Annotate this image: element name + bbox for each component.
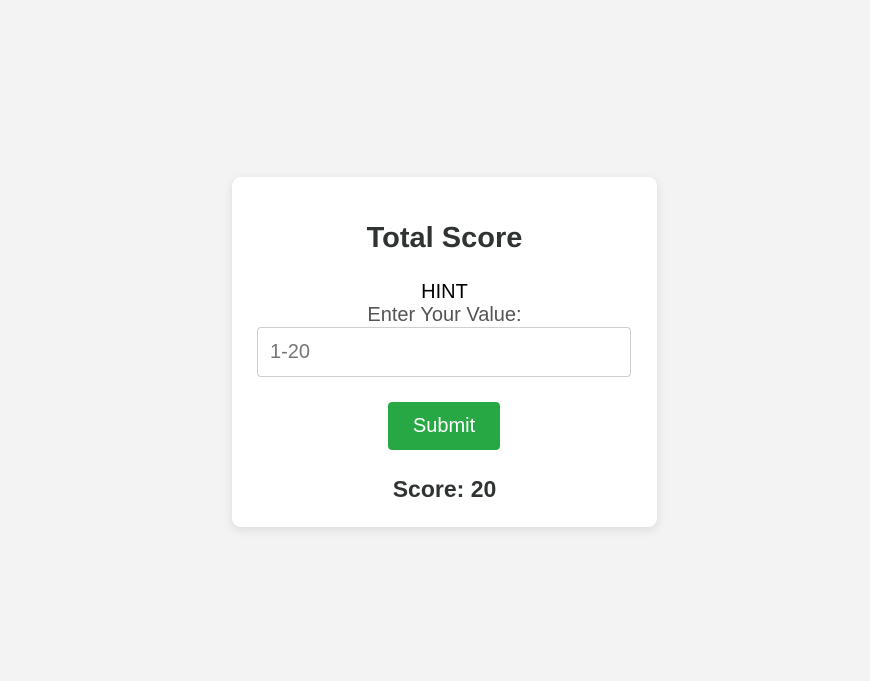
value-input-label: Enter Your Value:	[367, 304, 522, 326]
value-input[interactable]	[257, 327, 631, 377]
submit-button[interactable]: Submit	[388, 402, 500, 450]
hint-text[interactable]: HINT	[232, 281, 657, 303]
score-card: Total Score HINT Enter Your Value: Submi…	[232, 177, 657, 527]
page: Total Score HINT Enter Your Value: Submi…	[0, 0, 870, 681]
score-display: Score: 20	[392, 476, 497, 502]
card-title: Total Score	[366, 222, 523, 254]
